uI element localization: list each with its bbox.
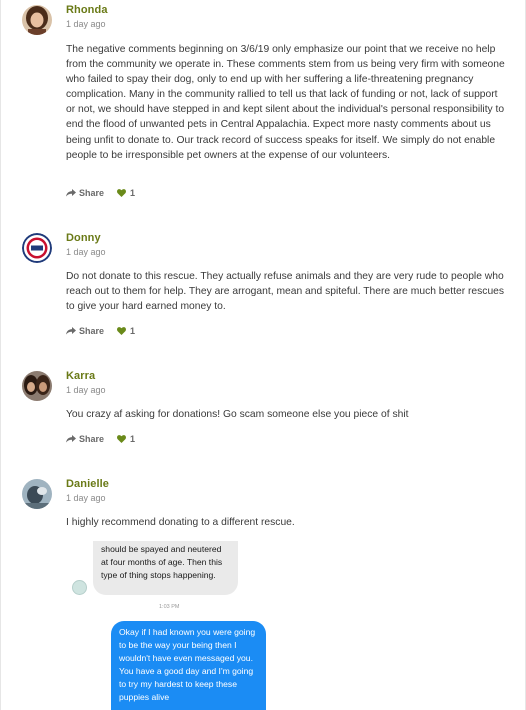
like-button[interactable]: 1 xyxy=(117,434,135,444)
share-button[interactable]: Share xyxy=(66,434,104,444)
like-count: 1 xyxy=(130,434,136,444)
heart-icon xyxy=(117,327,126,335)
comment-time: 1 day ago xyxy=(66,493,106,503)
sent-message-bubble: Okay if I had known you were going to be… xyxy=(111,621,266,710)
like-count: 1 xyxy=(130,326,136,336)
chat-screenshot: should be spayed and neutered at four mo… xyxy=(71,541,271,710)
share-label: Share xyxy=(79,188,105,198)
share-label: Share xyxy=(79,434,105,444)
share-button[interactable]: Share xyxy=(66,326,104,336)
comment-actions: Share 1 xyxy=(66,434,135,444)
message-timestamp: 1:03 PM xyxy=(159,604,180,610)
comment-author[interactable]: Danielle xyxy=(66,478,109,490)
share-arrow-icon xyxy=(66,189,76,197)
comment-time: 1 day ago xyxy=(66,247,106,257)
heart-icon xyxy=(117,189,126,197)
heart-icon xyxy=(117,435,126,443)
like-button[interactable]: 1 xyxy=(117,326,135,336)
avatar-karra[interactable] xyxy=(22,371,52,401)
like-count: 1 xyxy=(130,188,136,198)
comment-actions: Share 1 xyxy=(66,326,135,336)
share-label: Share xyxy=(79,326,105,336)
comment-time: 1 day ago xyxy=(66,385,106,395)
comments-panel: Rhonda 1 day ago The negative comments b… xyxy=(0,0,526,710)
comment-author[interactable]: Donny xyxy=(66,232,101,244)
comment-author[interactable]: Karra xyxy=(66,370,95,382)
comment-author[interactable]: Rhonda xyxy=(66,4,108,16)
avatar-rhonda[interactable] xyxy=(22,5,52,35)
avatar-donny[interactable] xyxy=(22,233,52,263)
comment-body: Do not donate to this rescue. They actua… xyxy=(66,271,505,313)
comment-body: The negative comments beginning on 3/6/1… xyxy=(66,44,505,161)
comment-actions: Share 1 xyxy=(66,188,135,198)
comment-time: 1 day ago xyxy=(66,19,106,29)
comment-body: I highly recommend donating to a differe… xyxy=(66,517,295,528)
received-message-bubble: should be spayed and neutered at four mo… xyxy=(93,541,238,595)
like-button[interactable]: 1 xyxy=(117,188,135,198)
avatar-danielle[interactable] xyxy=(22,479,52,509)
sender-avatar xyxy=(72,580,87,595)
share-button[interactable]: Share xyxy=(66,188,104,198)
comment-body: You crazy af asking for donations! Go sc… xyxy=(66,409,409,420)
share-arrow-icon xyxy=(66,435,76,443)
share-arrow-icon xyxy=(66,327,76,335)
